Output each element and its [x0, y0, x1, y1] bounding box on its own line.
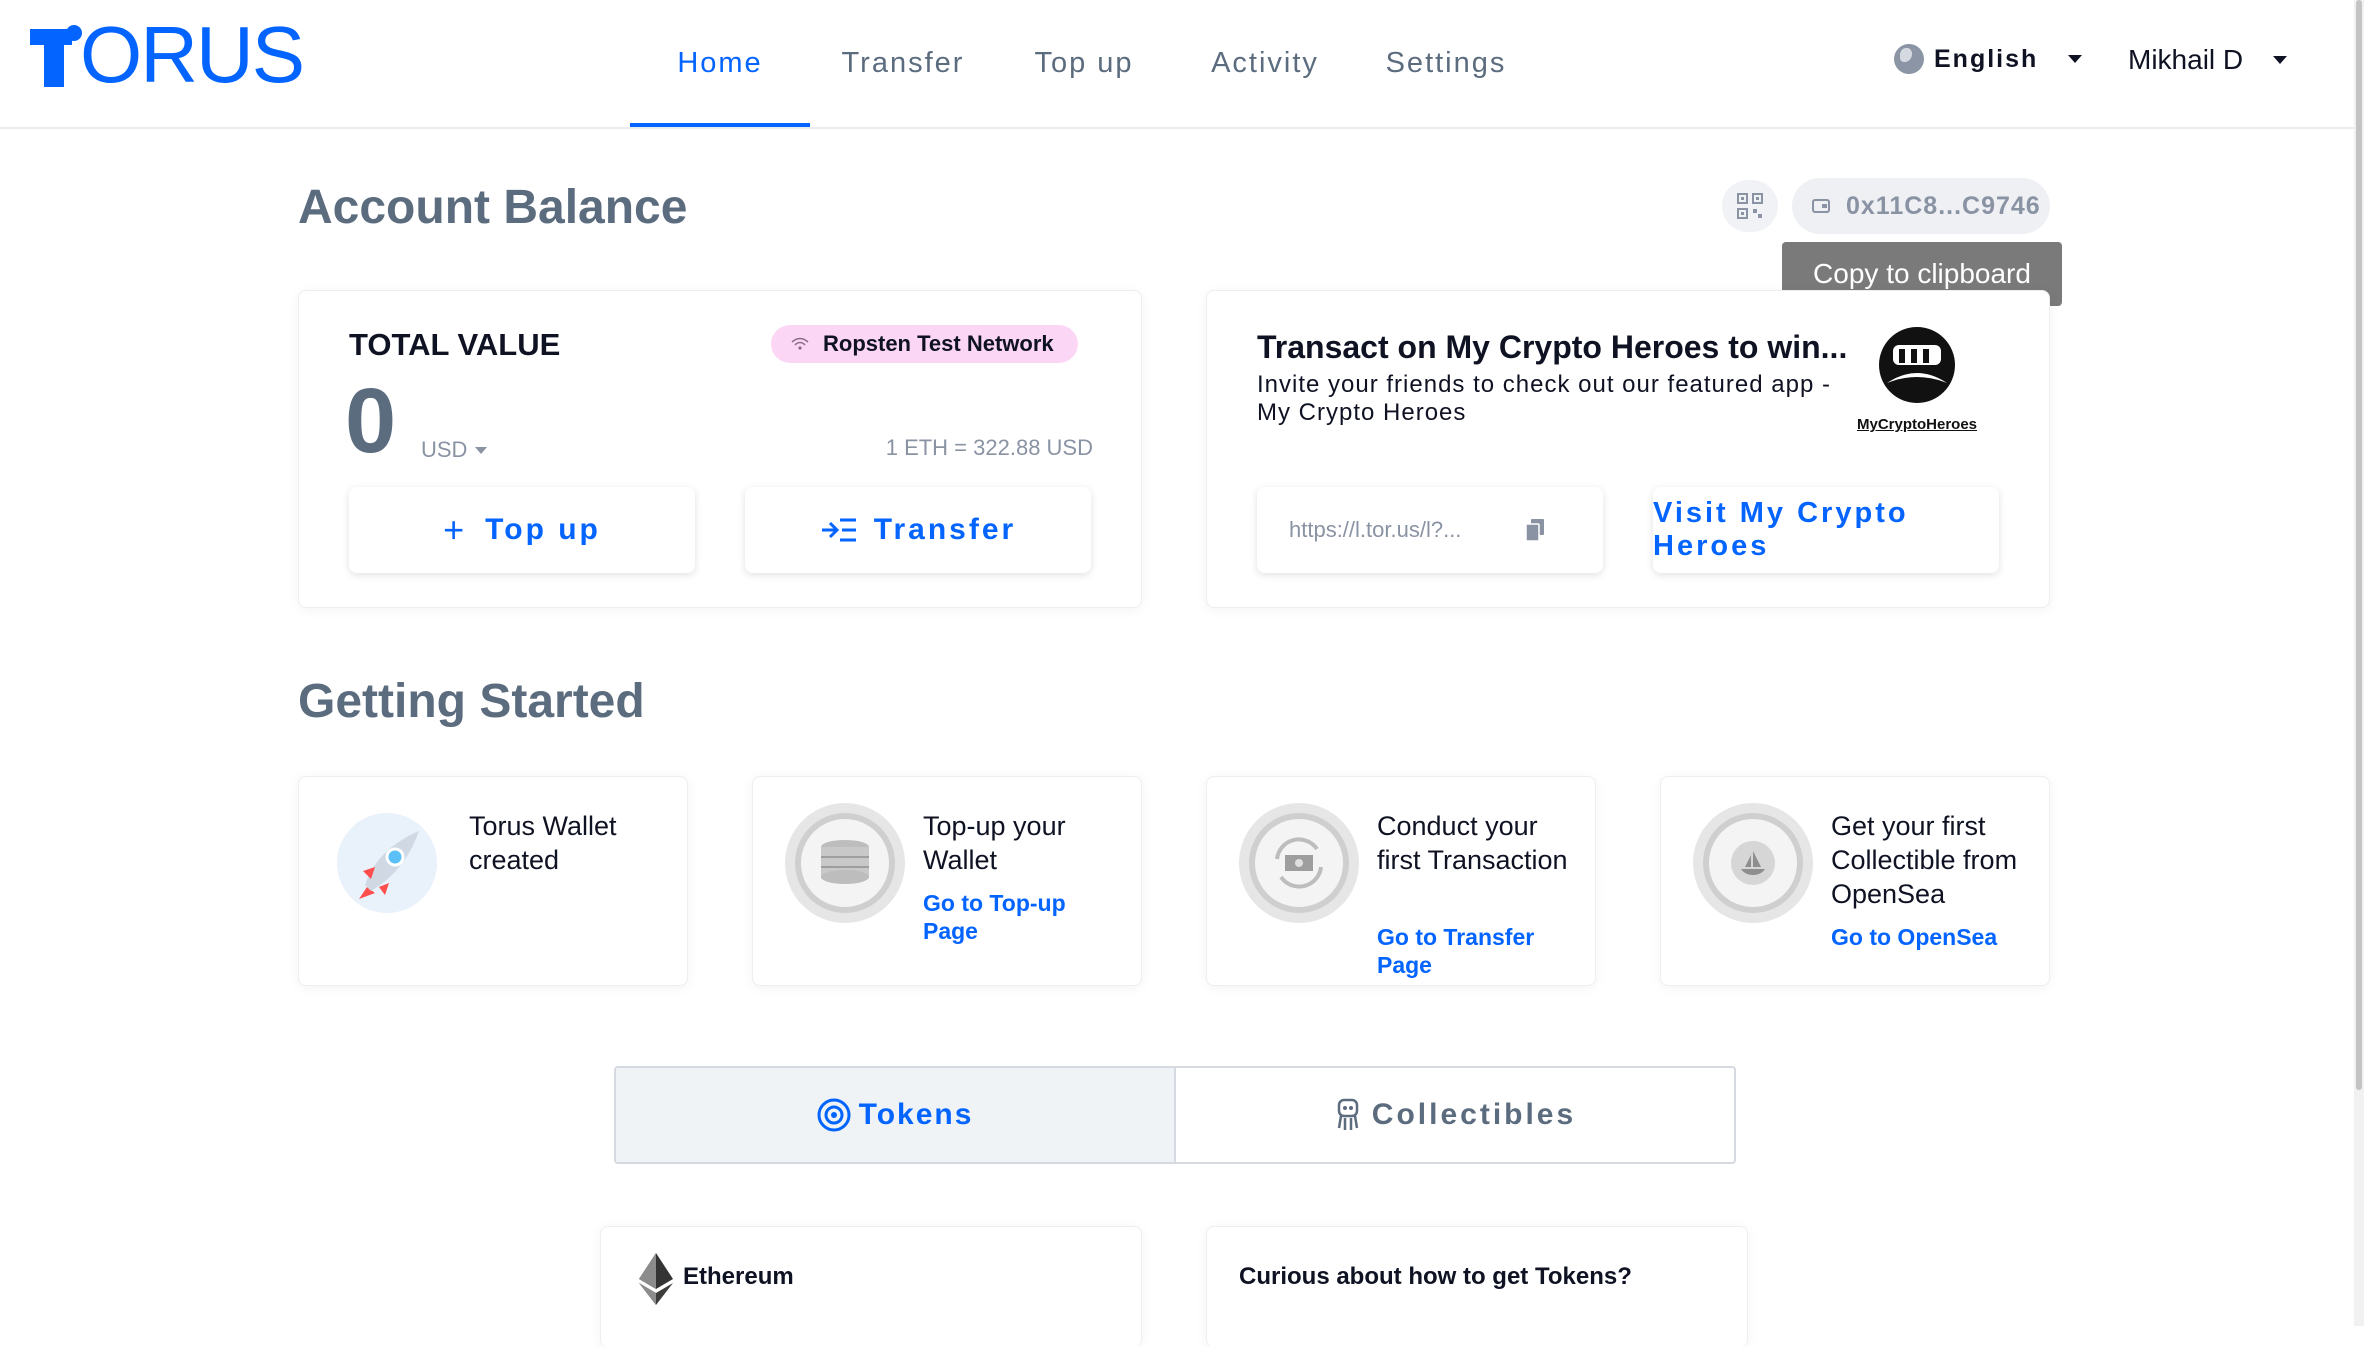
go-to-top-up-link[interactable]: Go to Top-up Page	[923, 889, 1103, 945]
token-card-ethereum[interactable]: Ethereum	[600, 1226, 1142, 1347]
chevron-down-icon	[475, 446, 488, 454]
gs-title: Conduct your first Transaction	[1377, 811, 1568, 875]
globe-icon	[1894, 44, 1924, 74]
gs-card-collectible: Get your first Collectible from OpenSea …	[1660, 776, 2050, 986]
chevron-down-icon	[2273, 56, 2288, 64]
my-crypto-heroes-logo: MyCryptoHeroes	[1855, 327, 1979, 437]
total-value-label: TOTAL VALUE	[349, 327, 561, 362]
nav-activity[interactable]: Activity	[1172, 0, 1358, 127]
wallet-icon	[1812, 199, 1830, 213]
collectibles-icon	[1337, 1098, 1359, 1130]
language-selector[interactable]: English	[1894, 44, 2083, 74]
token-name: Ethereum	[683, 1263, 794, 1290]
rocket-icon	[337, 813, 437, 913]
gs-card-wallet-created: Torus Wallet created	[298, 776, 688, 986]
tokens-icon	[817, 1098, 851, 1132]
plus-icon: +	[443, 509, 468, 550]
coins-icon	[785, 803, 905, 923]
tokens-info-card: Curious about how to get Tokens?	[1206, 1226, 1748, 1347]
tab-collectibles[interactable]: Collectibles	[1176, 1068, 1734, 1162]
page-scrollbar[interactable]	[2354, 0, 2364, 1326]
gs-title: Top-up your Wallet	[923, 811, 1066, 875]
wallet-address-button[interactable]: 0x11C8...C9746	[1792, 178, 2050, 234]
language-label: English	[1934, 44, 2039, 73]
referral-link-field[interactable]: https://l.tor.us/l?...	[1257, 487, 1603, 573]
total-value-card: TOTAL VALUE Ropsten Test Network 0 USD 1…	[298, 290, 1142, 608]
go-to-opensea-link[interactable]: Go to OpenSea	[1831, 923, 2031, 951]
wifi-icon	[791, 337, 809, 350]
exchange-rate: 1 ETH = 322.88 USD	[885, 435, 1093, 460]
asset-tabs: Tokens Collectibles	[614, 1066, 1736, 1164]
tab-tokens[interactable]: Tokens	[616, 1068, 1176, 1162]
go-to-transfer-link[interactable]: Go to Transfer Page	[1377, 923, 1557, 979]
gs-card-transaction: Conduct your first Transaction Go to Tra…	[1206, 776, 1596, 986]
chevron-down-icon	[2068, 55, 2083, 63]
user-name: Mikhail D	[2128, 44, 2244, 75]
nav-settings[interactable]: Settings	[1358, 0, 1534, 127]
wallet-address: 0x11C8...C9746	[1846, 191, 2041, 220]
transfer-icon	[821, 518, 856, 542]
opensea-icon	[1693, 803, 1813, 923]
account-balance-title: Account Balance	[298, 181, 688, 234]
promo-description: Invite your friends to check out our fea…	[1257, 371, 1831, 426]
gs-title: Torus Wallet created	[469, 811, 617, 875]
qr-code-button[interactable]	[1722, 180, 1778, 232]
network-badge: Ropsten Test Network	[771, 325, 1078, 363]
currency-selector[interactable]: USD	[421, 437, 488, 463]
qr-code-icon	[1737, 193, 1763, 219]
app-header: ORUS Home Transfer Top up Activity Setti…	[0, 0, 2364, 129]
copy-icon[interactable]	[1525, 518, 1545, 542]
logo-t-mark	[30, 23, 82, 87]
getting-started-title: Getting Started	[298, 675, 645, 728]
gs-title: Get your first Collectible from OpenSea	[1831, 811, 2018, 909]
gs-card-top-up: Top-up your Wallet Go to Top-up Page	[752, 776, 1142, 986]
top-up-button[interactable]: + Top up	[349, 487, 695, 573]
nav-top-up[interactable]: Top up	[996, 0, 1172, 127]
nav-home[interactable]: Home	[630, 0, 810, 127]
ethereum-icon	[639, 1253, 673, 1305]
torus-logo[interactable]: ORUS	[30, 10, 305, 99]
visit-my-crypto-heroes-button[interactable]: Visit My Crypto Heroes	[1653, 487, 1999, 573]
user-menu[interactable]: Mikhail D	[2128, 44, 2288, 76]
promo-title: Transact on My Crypto Heroes to win...	[1257, 329, 1848, 365]
logo-text: ORUS	[80, 10, 305, 99]
balance-amount: 0	[345, 370, 397, 472]
transaction-icon	[1239, 803, 1359, 923]
nav-transfer[interactable]: Transfer	[810, 0, 996, 127]
tokens-info-title: Curious about how to get Tokens?	[1239, 1263, 1632, 1290]
transfer-button[interactable]: Transfer	[745, 487, 1091, 573]
promo-card: Transact on My Crypto Heroes to win... I…	[1206, 290, 2050, 608]
main-nav: Home Transfer Top up Activity Settings	[630, 0, 1534, 127]
